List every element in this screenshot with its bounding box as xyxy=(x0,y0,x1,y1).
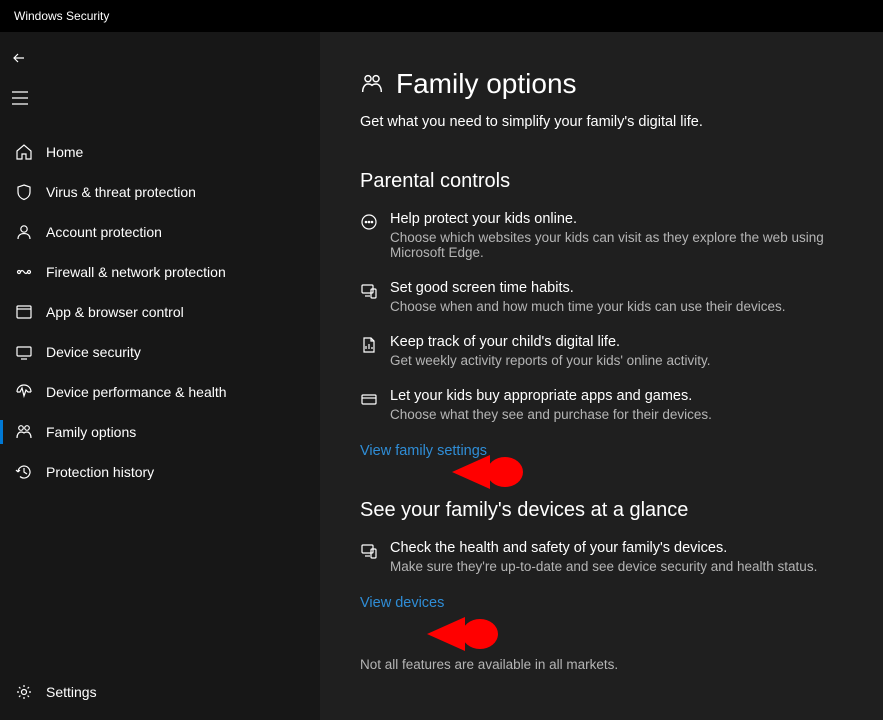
history-icon xyxy=(14,462,34,482)
main-content: Family options Get what you need to simp… xyxy=(320,32,883,720)
sidebar-item-label: Protection history xyxy=(46,464,154,480)
sidebar-item-label: Account protection xyxy=(46,224,162,240)
annotation-arrow-2 xyxy=(425,609,505,659)
purchase-icon xyxy=(360,390,380,422)
account-icon xyxy=(14,222,34,242)
feature-screen-time: Set good screen time habits. Choose when… xyxy=(360,280,843,314)
feature-desc: Choose when and how much time your kids … xyxy=(390,299,843,314)
sidebar-item-history[interactable]: Protection history xyxy=(0,452,320,492)
back-button[interactable] xyxy=(0,38,40,78)
sidebar-item-performance[interactable]: Device performance & health xyxy=(0,372,320,412)
feature-heading: Help protect your kids online. xyxy=(390,211,843,227)
gear-icon xyxy=(14,682,34,702)
window-title: Windows Security xyxy=(14,9,109,23)
sidebar: Home Virus & threat protection Account p… xyxy=(0,32,320,720)
page-title: Family options xyxy=(396,68,577,100)
sidebar-item-label: Device performance & health xyxy=(46,384,227,400)
sidebar-item-label: Settings xyxy=(46,684,97,700)
feature-desc: Get weekly activity reports of your kids… xyxy=(390,353,843,368)
sidebar-item-label: Firewall & network protection xyxy=(46,264,226,280)
feature-device-health: Check the health and safety of your fami… xyxy=(360,540,843,574)
feature-web-protect: Help protect your kids online. Choose wh… xyxy=(360,211,843,260)
sidebar-item-firewall[interactable]: Firewall & network protection xyxy=(0,252,320,292)
feature-purchase: Let your kids buy appropriate apps and g… xyxy=(360,388,843,422)
titlebar: Windows Security xyxy=(0,0,883,32)
device-health-icon xyxy=(360,542,380,574)
sidebar-item-home[interactable]: Home xyxy=(0,132,320,172)
section-title-devices: See your family's devices at a glance xyxy=(360,499,843,522)
feature-heading: Check the health and safety of your fami… xyxy=(390,540,843,556)
footnote: Not all features are available in all ma… xyxy=(360,657,843,672)
family-icon xyxy=(14,422,34,442)
app-browser-icon xyxy=(14,302,34,322)
sidebar-item-label: App & browser control xyxy=(46,304,184,320)
sidebar-item-settings[interactable]: Settings xyxy=(0,672,320,712)
page-subtitle: Get what you need to simplify your famil… xyxy=(360,114,843,130)
view-devices-link[interactable]: View devices xyxy=(360,595,444,611)
section-title-parental: Parental controls xyxy=(360,170,843,193)
hamburger-button[interactable] xyxy=(0,78,40,118)
device-security-icon xyxy=(14,342,34,362)
back-arrow-icon xyxy=(12,50,28,66)
sidebar-item-label: Device security xyxy=(46,344,141,360)
feature-desc: Make sure they're up-to-date and see dev… xyxy=(390,559,843,574)
shield-icon xyxy=(14,182,34,202)
family-icon xyxy=(360,72,384,96)
feature-desc: Choose which websites your kids can visi… xyxy=(390,230,843,260)
home-icon xyxy=(14,142,34,162)
feature-activity: Keep track of your child's digital life.… xyxy=(360,334,843,368)
sidebar-item-label: Virus & threat protection xyxy=(46,184,196,200)
feature-heading: Set good screen time habits. xyxy=(390,280,843,296)
sidebar-item-family[interactable]: Family options xyxy=(0,412,320,452)
sidebar-item-app-browser[interactable]: App & browser control xyxy=(0,292,320,332)
web-protect-icon xyxy=(360,213,380,260)
hamburger-icon xyxy=(12,91,28,105)
sidebar-item-virus[interactable]: Virus & threat protection xyxy=(0,172,320,212)
screen-time-icon xyxy=(360,282,380,314)
activity-report-icon xyxy=(360,336,380,368)
sidebar-item-device-security[interactable]: Device security xyxy=(0,332,320,372)
view-family-settings-link[interactable]: View family settings xyxy=(360,443,487,459)
firewall-icon xyxy=(14,262,34,282)
sidebar-item-label: Home xyxy=(46,144,83,160)
sidebar-item-account[interactable]: Account protection xyxy=(0,212,320,252)
feature-heading: Keep track of your child's digital life. xyxy=(390,334,843,350)
feature-desc: Choose what they see and purchase for th… xyxy=(390,407,843,422)
sidebar-item-label: Family options xyxy=(46,424,136,440)
performance-icon xyxy=(14,382,34,402)
feature-heading: Let your kids buy appropriate apps and g… xyxy=(390,388,843,404)
